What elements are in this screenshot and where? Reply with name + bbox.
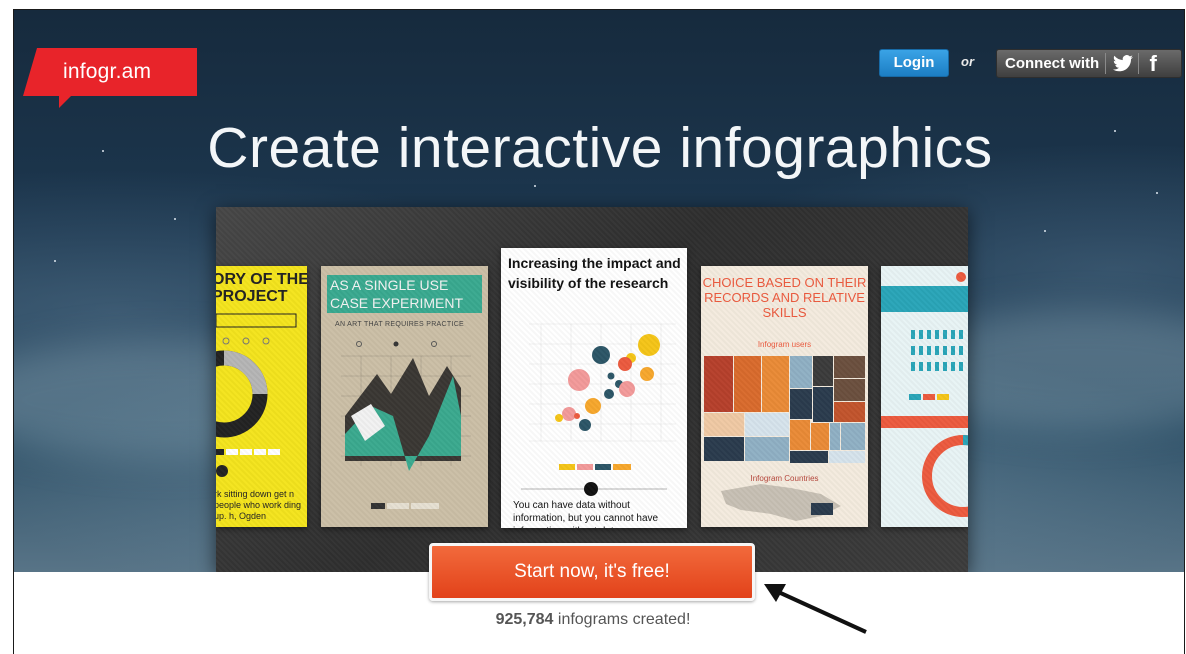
card-graphic [704,356,865,521]
logo[interactable]: infogr.am [23,48,197,108]
or-label: or [961,54,974,69]
infographic-card-2[interactable]: AS A SINGLE USE CASE EXPERIMENT AN ART T… [321,266,488,527]
connect-label: Connect with [1005,55,1100,72]
card-graphic [341,341,471,509]
card-graphic [881,272,968,517]
twitter-icon[interactable] [1110,50,1136,77]
page-headline: Create interactive infographics [207,116,993,180]
infograms-counter: 925,784 infograms created! [0,611,1186,629]
card-footer-text: rk sitting down get n people who work di… [216,489,302,521]
card-quote: You can have data without information, b… [513,500,659,528]
infographic-gallery: ORY OF THE PROJECT rk sitting down get n… [216,207,968,572]
infograms-count-suffix: infograms created! [553,611,691,628]
login-button[interactable]: Login [879,49,949,77]
star-decoration [1156,192,1158,194]
card-graphic [216,313,297,477]
hero-section: infogr.am Login or Connect with f Create… [14,10,1184,572]
card-subtitle: Infogram Countries [750,474,819,483]
star-decoration [174,218,176,220]
card-graphic [521,323,676,496]
start-now-button[interactable]: Start now, it's free! [429,543,755,601]
arrow-annotation-icon [764,584,867,634]
infographic-card-1[interactable]: ORY OF THE PROJECT rk sitting down get n… [216,266,307,527]
connect-with-button[interactable]: Connect with f [996,49,1182,78]
infographic-card-3[interactable]: Increasing the impact and visibility of … [501,248,687,528]
facebook-icon[interactable]: f [1139,50,1167,77]
logo-text: infogr.am [63,60,152,83]
infograms-count: 925,784 [495,611,554,628]
divider [1105,53,1107,74]
star-decoration [534,185,536,187]
infographic-card-4[interactable]: CHOICE BASED ON THEIR RECORDS AND RELATI… [701,266,868,527]
star-decoration [54,260,56,262]
infographic-card-5[interactable] [881,266,968,527]
star-decoration [1044,230,1046,232]
